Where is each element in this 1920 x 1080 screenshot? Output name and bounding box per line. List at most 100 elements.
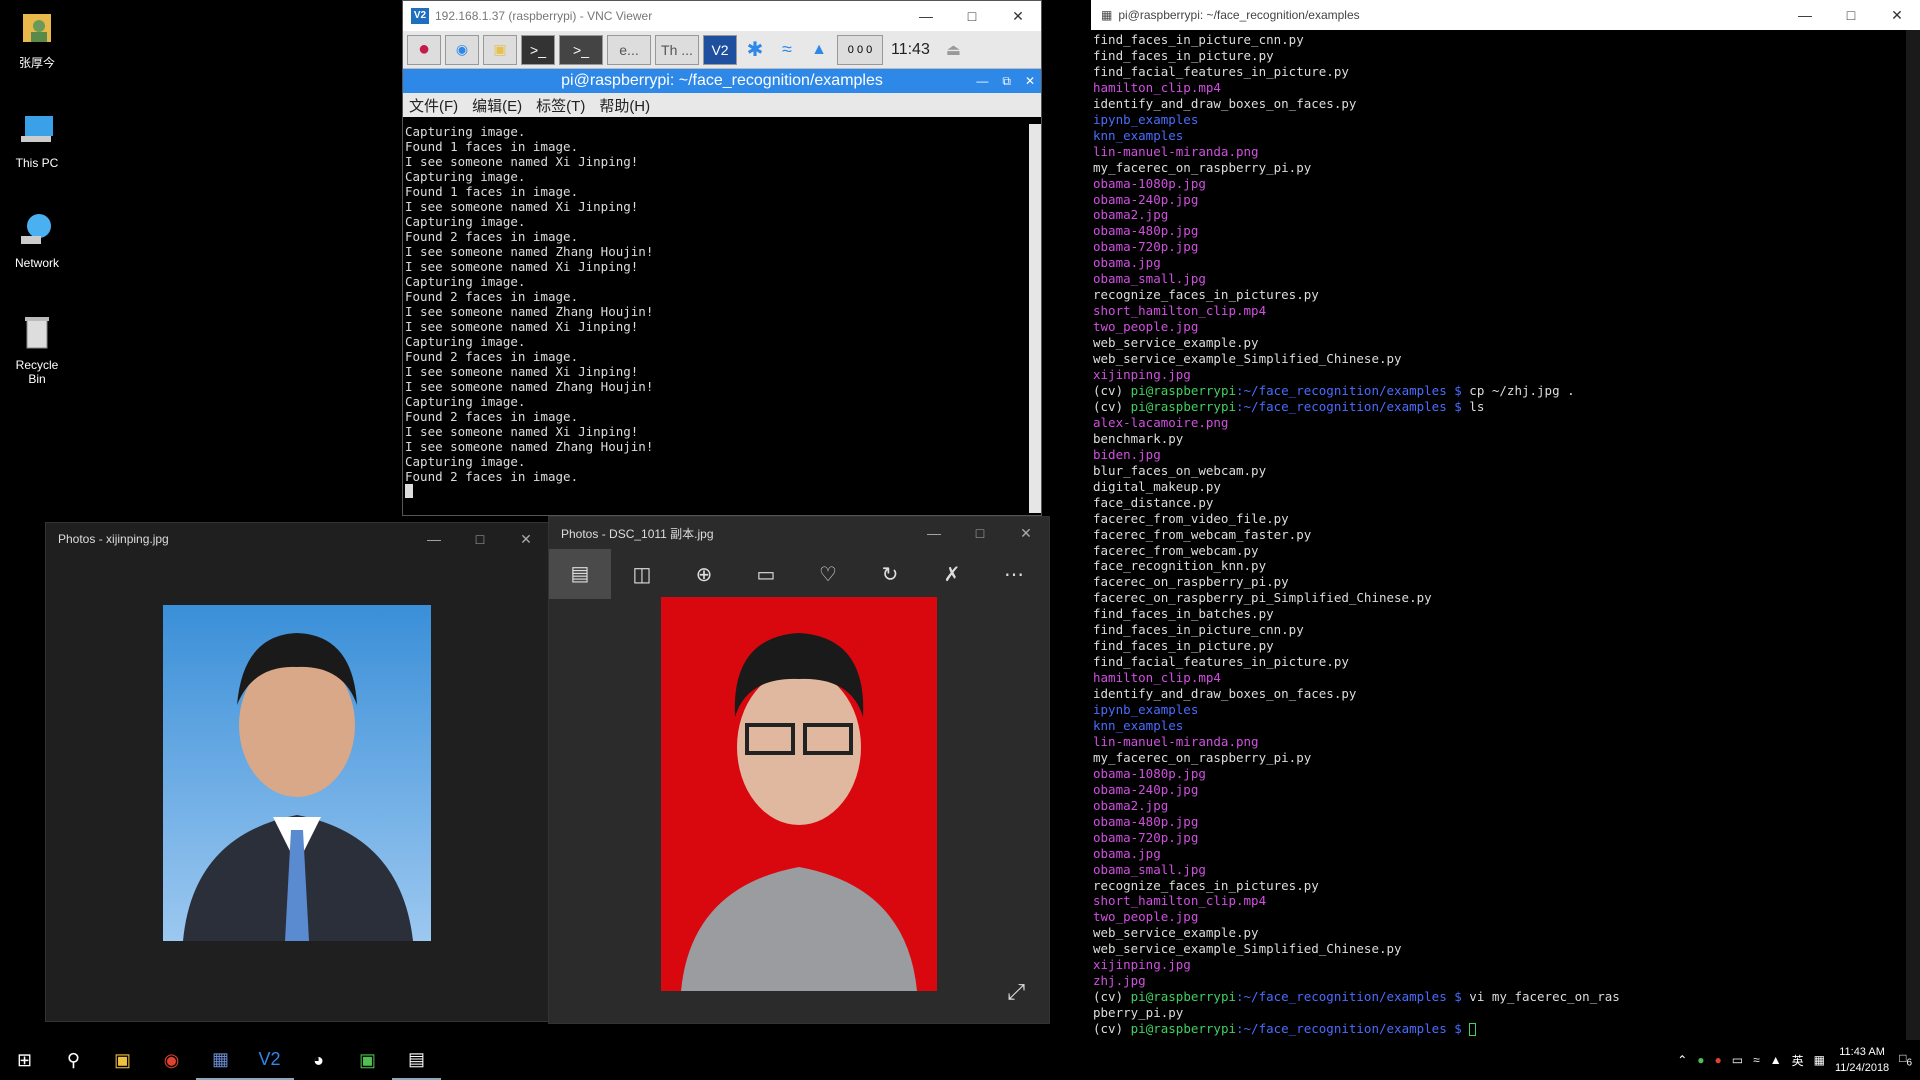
terminal-task-icon[interactable]: >_ [559,34,603,65]
maximize-icon[interactable]: □ [957,525,1003,542]
terminal-line: Found 2 faces in image. [405,289,579,304]
vnc-server-icon[interactable]: V2 [703,34,737,65]
search-icon[interactable]: ⚲ [49,1040,98,1080]
close-icon[interactable]: ✕ [1025,74,1035,89]
ime-indicator[interactable]: 英 [1792,1052,1804,1069]
vnc-logo-icon: V2 [411,8,429,24]
terminal-line: knn_examples [1093,717,1184,733]
close-icon[interactable]: ✕ [1003,525,1049,542]
terminal-line: (cv) pi@raspberrypi:~/face_recognition/e… [1093,1021,1906,1037]
terminal-line: Capturing image. [405,334,526,349]
close-icon[interactable]: ✕ [1874,7,1920,24]
folder-task-icon[interactable]: e... [607,34,651,65]
zoom-icon[interactable]: ⊕ [673,562,735,587]
terminal-line: obama_small.jpg [1093,271,1206,287]
desktop-icon-network[interactable]: Network [6,210,68,270]
terminal-line: find_faces_in_picture.py [1093,638,1274,654]
photos-taskbar-icon[interactable]: ▤ [392,1040,441,1080]
terminal-line: I see someone named Xi Jinping! [405,154,639,169]
see-all-photos-icon[interactable]: ▤ [549,549,611,599]
terminal-line: xijinping.jpg [1093,367,1191,383]
lxterminal-titlebar[interactable]: pi@raspberrypi: ~/face_recognition/examp… [403,69,1041,93]
vnc-terminal-output[interactable]: Capturing image. Found 1 faces in image. I… [403,124,1029,513]
terminal-line: facerec_from_webcam_faster.py [1093,526,1312,542]
minimize-icon[interactable]: — [976,74,988,89]
thonny-task-icon[interactable]: Th ... [655,34,699,65]
raspberry-menu-icon[interactable]: ● [407,34,441,65]
delete-icon[interactable]: ▭ [735,562,797,587]
prompt-host: pi@raspberrypi [1130,398,1236,414]
scrollbar[interactable] [1029,124,1041,513]
desktop-icon-this-pc[interactable]: This PC [6,110,68,170]
green-app-icon[interactable]: ▣ [343,1040,392,1080]
terminal-line: recognize_faces_in_pictures.py [1093,287,1319,303]
minimize-icon[interactable]: — [411,531,457,548]
ssh-terminal-output[interactable]: find_faces_in_picture_cnn.py find_faces_i… [1093,32,1906,1040]
more-options-icon[interactable]: ⋯ [983,562,1045,587]
terminal-line: blur_faces_on_webcam.py [1093,462,1267,478]
notification-count: 6 [1906,1057,1912,1069]
photos-title: Photos - xijinping.jpg [58,532,169,546]
minimize-icon[interactable]: — [911,525,957,542]
terminal-line: find_faces_in_batches.py [1093,606,1274,622]
wechat-icon[interactable]: ● [1697,1053,1704,1067]
maximize-icon[interactable]: □ [457,531,503,548]
terminal-line: ipynb_examples [1093,111,1199,127]
terminal-cursor [1469,1023,1477,1037]
menu-tabs[interactable]: 标签(T) [536,95,585,116]
bluetooth-icon[interactable]: ✱ [741,37,769,62]
maximize-icon[interactable]: ⧉ [1002,74,1011,89]
menu-help[interactable]: 帮助(H) [599,95,650,116]
terminal-line: obama-240p.jpg [1093,191,1199,207]
chrome-icon[interactable]: ◉ [147,1040,196,1080]
wifi-icon[interactable]: ≈ [773,39,801,60]
start-icon[interactable]: ⊞ [0,1040,49,1080]
file-manager-icon[interactable]: ▣ [483,34,517,65]
vnc-titlebar[interactable]: V2 192.168.1.37 (raspberrypi) - VNC View… [403,1,1041,31]
prompt-env: (cv) [1093,1021,1131,1037]
terminal-line: ipynb_examples [1093,702,1199,718]
chevron-up-icon[interactable]: ⌃ [1677,1053,1687,1067]
system-clock[interactable]: 11:43 AM 11/24/2018 [1835,1044,1889,1076]
volume-icon[interactable]: ▲ [1770,1053,1782,1067]
menu-file[interactable]: 文件(F) [409,95,458,116]
keyboard-icon[interactable]: ▦ [1814,1053,1825,1067]
scrollbar[interactable] [1906,30,1920,1040]
ssh-terminal-titlebar[interactable]: ▦ pi@raspberrypi: ~/face_recognition/exa… [1091,0,1920,30]
volume-icon[interactable]: ▲ [805,41,833,59]
prompt-path: :~/face_recognition/examples $ [1236,1021,1470,1037]
file-explorer-icon[interactable]: ▣ [98,1040,147,1080]
owl-app-icon[interactable]: ◕ [294,1040,343,1080]
notification-icon[interactable]: □6 [1899,1051,1912,1068]
desktop-icon-label: Network [14,256,59,270]
ssh-app-icon[interactable]: ▦ [196,1040,245,1080]
minimize-icon[interactable]: — [1782,7,1828,24]
rotate-icon[interactable]: ↻ [859,562,921,587]
antivirus-icon[interactable]: ● [1715,1053,1722,1067]
minimize-icon[interactable]: — [903,8,949,25]
photos-titlebar[interactable]: Photos - DSC_1011 副本.jpg — □ ✕ [549,517,1049,549]
menu-edit[interactable]: 编辑(E) [472,95,522,116]
wifi-icon[interactable]: ≈ [1753,1053,1760,1067]
eject-icon[interactable]: ⏏ [946,40,961,60]
close-icon[interactable]: ✕ [995,8,1041,25]
close-icon[interactable]: ✕ [503,531,549,548]
add-to-album-icon[interactable]: ◫ [611,562,673,587]
photos-titlebar[interactable]: Photos - xijinping.jpg — □ ✕ [46,523,549,555]
desktop-icon-recycle-bin[interactable]: Recycle Bin [6,312,68,386]
terminal-icon[interactable]: >_ [521,34,555,65]
battery-icon[interactable]: ▭ [1732,1053,1743,1067]
cpu-monitor-icon[interactable]: 0 0 0 [837,34,883,65]
fullscreen-icon[interactable]: ⤢ [1007,979,1025,1005]
terminal-line: find_facial_features_in_picture.py [1093,654,1349,670]
maximize-icon[interactable]: □ [949,8,995,25]
web-browser-icon[interactable]: ◉ [445,34,479,65]
edit-create-icon[interactable]: ✗ [921,562,983,587]
vnc-viewer-taskbar-icon[interactable]: V2 [245,1040,294,1080]
maximize-icon[interactable]: □ [1828,7,1874,24]
ssh-terminal-title: pi@raspberrypi: ~/face_recognition/examp… [1118,8,1360,22]
favorite-icon[interactable]: ♡ [797,562,859,587]
terminal-line: I see someone named Xi Jinping! [405,364,639,379]
pi-clock: 11:43 [891,40,930,58]
desktop-icon-user-folder[interactable]: 张厚今 [6,8,68,71]
